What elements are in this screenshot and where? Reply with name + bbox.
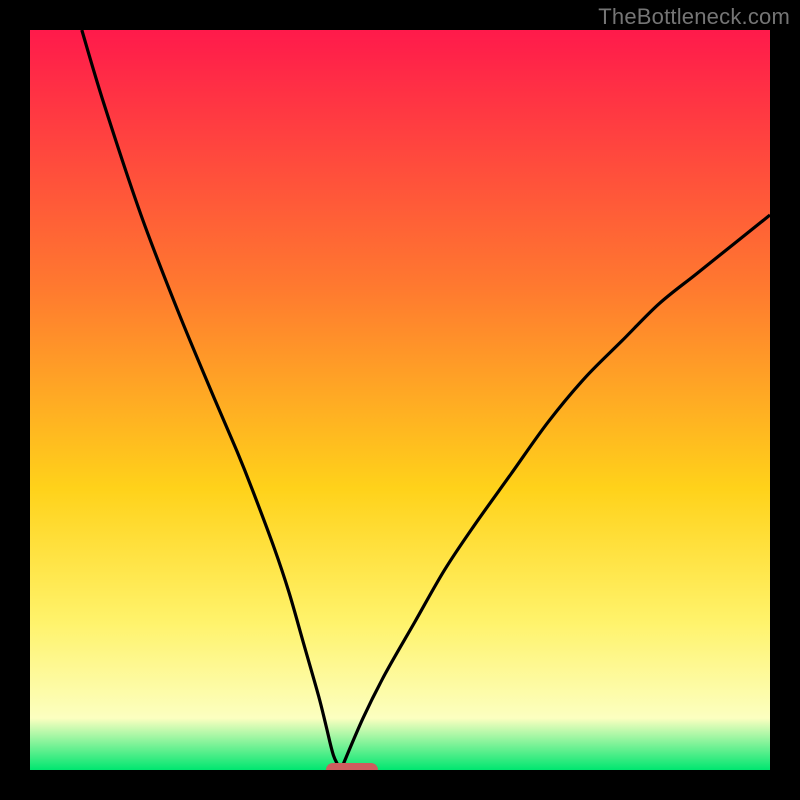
optimal-range-marker [326,763,378,770]
bottleneck-curve [30,30,770,770]
plot-area [30,30,770,770]
curve-left-branch [82,30,341,770]
watermark-text: TheBottleneck.com [598,4,790,30]
chart-frame: TheBottleneck.com [0,0,800,800]
curve-right-branch [341,215,770,770]
